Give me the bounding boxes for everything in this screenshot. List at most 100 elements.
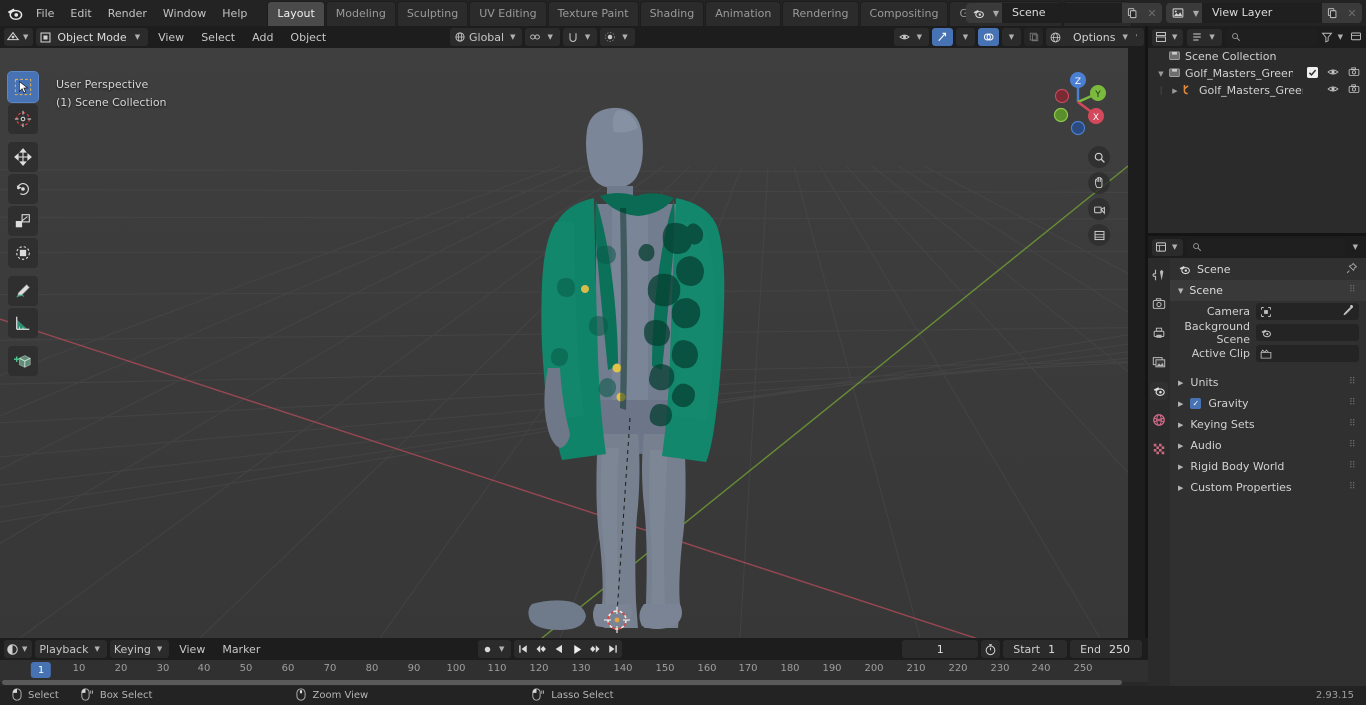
zoom-view-button[interactable] (1088, 146, 1110, 168)
eye-icon[interactable] (1327, 66, 1339, 81)
outliner-display-mode-selector[interactable]: ▼ (1187, 28, 1222, 46)
add-cube-tool[interactable] (8, 346, 38, 376)
select-box-tool[interactable] (7, 71, 39, 103)
pin-icon[interactable] (1346, 262, 1358, 277)
section-rigid-body-world[interactable]: ▶ Rigid Body World ⠿ (1170, 456, 1366, 477)
scene-panel-header[interactable]: ▼ Scene ⠿ (1170, 280, 1366, 301)
menu-help[interactable]: Help (214, 4, 255, 23)
eyedropper-icon[interactable] (1342, 304, 1354, 319)
view-layer-tab[interactable] (1150, 353, 1168, 371)
collection-checkbox[interactable] (1307, 66, 1318, 81)
keying-menu[interactable]: Keying ▼ (109, 640, 170, 658)
rotate-tool[interactable] (8, 174, 38, 204)
section-units[interactable]: ▶ Units ⠿ (1170, 372, 1366, 393)
view-layer-selector[interactable]: ▼ View Layer ✕ (1166, 3, 1362, 23)
tool-tab[interactable] (1150, 266, 1168, 284)
menu-file[interactable]: File (28, 4, 62, 23)
properties-editor-type-selector[interactable]: ▼ (1152, 238, 1184, 256)
expand-triangle[interactable]: ▼ (1154, 70, 1168, 78)
menu-edit[interactable]: Edit (62, 4, 99, 23)
camera-icon[interactable] (1348, 66, 1360, 81)
world-tab[interactable] (1150, 411, 1168, 429)
start-frame-field[interactable]: Start 1 (1003, 640, 1068, 658)
proportional-edit-toggle[interactable]: ▼ (600, 28, 635, 46)
outliner-editor-type-selector[interactable]: ▼ (1152, 28, 1184, 46)
outliner-row-jacket-collection[interactable]: ▼ Golf_Masters_Green_Jacket_o (1148, 65, 1366, 82)
section-audio[interactable]: ▶ Audio ⠿ (1170, 435, 1366, 456)
use-preview-range-button[interactable] (981, 640, 1001, 658)
current-frame-field[interactable]: 1 (902, 640, 979, 658)
background-scene-field[interactable] (1256, 324, 1359, 341)
timeline-editor-type-selector[interactable]: ▼ (4, 640, 33, 658)
menu-window[interactable]: Window (155, 4, 214, 23)
tab-shading[interactable]: Shading (639, 0, 705, 26)
next-keyframe-button[interactable] (586, 640, 604, 658)
playback-menu[interactable]: Playback ▼ (35, 640, 107, 658)
viewport-menu-add[interactable]: Add (245, 29, 280, 46)
remove-view-layer-button[interactable]: ✕ (1342, 3, 1362, 23)
tab-uv-editing[interactable]: UV Editing (469, 0, 547, 26)
3d-viewport[interactable]: User Perspective (1) Scene Collection Z … (0, 48, 1128, 638)
outliner-row-jacket-object[interactable]: │ ▶ Golf_Masters_Green_Jack (1148, 82, 1366, 99)
timeline-ruler[interactable]: 1 10 20 30 40 50 60 70 80 90 100 110 120… (0, 660, 1148, 682)
output-tab[interactable] (1150, 324, 1168, 342)
section-gravity[interactable]: ▶ ✓ Gravity ⠿ (1170, 393, 1366, 414)
view-layer-name-field[interactable]: View Layer (1202, 3, 1322, 23)
properties-search-input[interactable] (1187, 238, 1346, 256)
outliner-search-input[interactable] (1225, 28, 1317, 46)
prev-keyframe-button[interactable] (532, 640, 550, 658)
menu-render[interactable]: Render (100, 4, 155, 23)
pan-view-button[interactable] (1088, 172, 1110, 194)
overlays-toggle[interactable] (978, 28, 999, 46)
annotate-tool[interactable] (8, 276, 38, 306)
timeline-menu-view[interactable]: View (172, 641, 212, 658)
gizmo-toggle[interactable] (932, 28, 953, 46)
unlink-scene-button[interactable]: ✕ (1142, 3, 1162, 23)
eye-icon[interactable] (1327, 83, 1339, 98)
object-visibility-selector[interactable]: ▼ (893, 28, 929, 46)
gravity-checkbox[interactable]: ✓ (1190, 398, 1202, 409)
move-tool[interactable] (8, 142, 38, 172)
transform-tool[interactable] (8, 238, 38, 268)
outliner-row-scene-collection[interactable]: Scene Collection (1148, 48, 1366, 65)
tab-animation[interactable]: Animation (705, 0, 782, 26)
blender-logo-icon[interactable] (0, 0, 28, 26)
toggle-orthographic-button[interactable] (1088, 224, 1110, 246)
tab-modeling[interactable]: Modeling (325, 0, 396, 26)
tab-rendering[interactable]: Rendering (782, 0, 859, 26)
jump-to-end-button[interactable] (604, 640, 622, 658)
render-tab[interactable] (1150, 295, 1168, 313)
scene-selector[interactable]: ▼ Scene ✕ (966, 3, 1162, 23)
interaction-mode-selector[interactable]: Object Mode ▼ (36, 28, 149, 46)
scene-name-field[interactable]: Scene (1002, 3, 1122, 23)
timeline-playhead[interactable]: 1 (30, 662, 52, 678)
expand-triangle[interactable]: ▶ (1168, 87, 1182, 95)
xray-toggle[interactable] (1024, 28, 1043, 46)
properties-options-chevron[interactable]: ▼ (1350, 243, 1362, 251)
tab-sculpting[interactable]: Sculpting (396, 0, 469, 26)
outliner-new-collection-button[interactable] (1350, 30, 1362, 45)
tab-layout[interactable]: Layout (267, 0, 325, 26)
editor-type-selector[interactable]: ▼ (4, 28, 34, 46)
tab-compositing[interactable]: Compositing (859, 0, 949, 26)
active-clip-field[interactable] (1256, 345, 1359, 362)
play-reverse-button[interactable] (550, 640, 568, 658)
scene-tab[interactable] (1150, 382, 1168, 400)
end-frame-field[interactable]: End 250 (1070, 640, 1142, 658)
texture-tab[interactable] (1150, 440, 1168, 458)
viewport-menu-object[interactable]: Object (283, 29, 333, 46)
auto-keying-toggle[interactable]: ▼ (478, 640, 512, 658)
viewport-menu-view[interactable]: View (151, 29, 191, 46)
snap-toggle[interactable]: ▼ (562, 28, 598, 46)
jump-to-start-button[interactable] (514, 640, 532, 658)
viewport-options-button[interactable]: Options ▼ (1068, 28, 1136, 46)
section-keying-sets[interactable]: ▶ Keying Sets ⠿ (1170, 414, 1366, 435)
navigation-gizmo[interactable]: Z Y X (1042, 66, 1114, 138)
gizmo-options-chevron[interactable]: ▼ (956, 28, 975, 46)
section-custom-properties[interactable]: ▶ Custom Properties ⠿ (1170, 477, 1366, 498)
tab-texture-paint[interactable]: Texture Paint (547, 0, 639, 26)
cursor-tool[interactable] (8, 104, 38, 134)
play-button[interactable] (568, 640, 586, 658)
toggle-camera-view-button[interactable] (1088, 198, 1110, 220)
outliner-filter-button[interactable]: ▼ (1321, 31, 1346, 43)
